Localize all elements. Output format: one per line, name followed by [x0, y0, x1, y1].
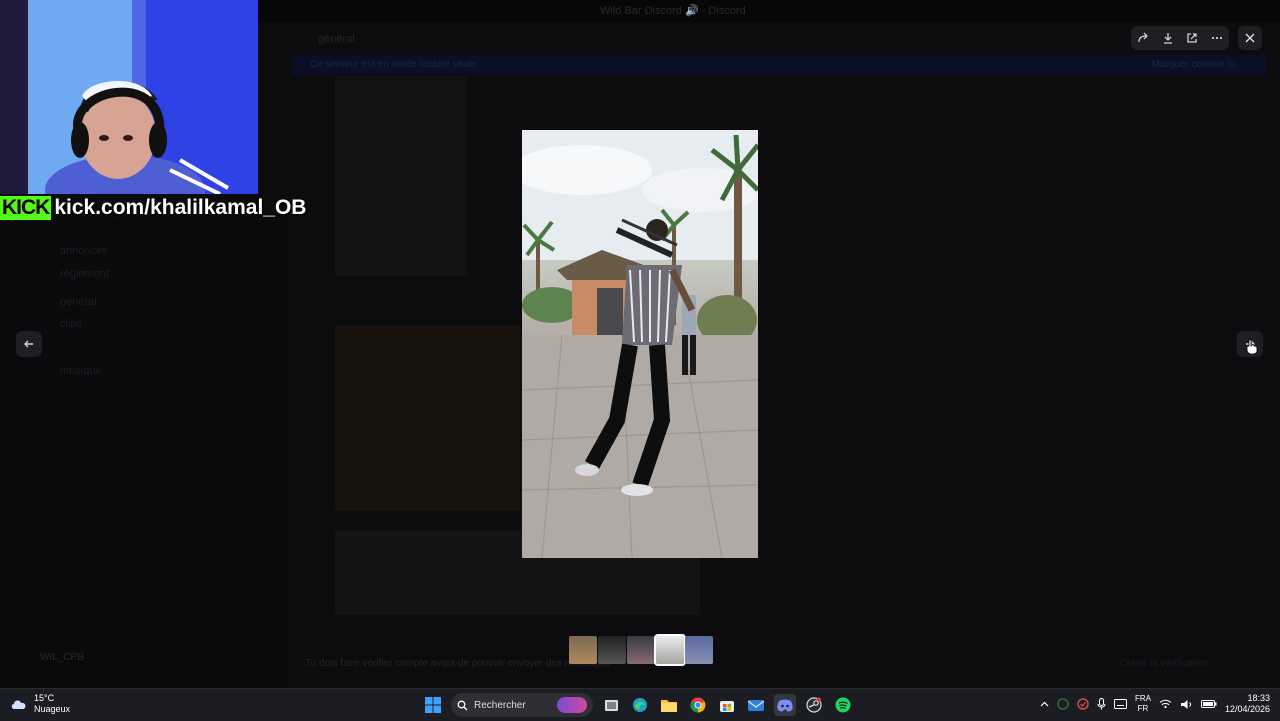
cloud-icon [11, 700, 26, 709]
webcam-overlay [0, 0, 258, 194]
store-icon [720, 701, 734, 712]
media-thumbnail-selected[interactable] [654, 634, 686, 666]
file-explorer-app[interactable] [658, 694, 680, 716]
video-frame-illustration [522, 130, 758, 558]
chrome-app[interactable] [687, 694, 709, 716]
kick-channel-banner: KICK kick.com/khalilkamal_OB [0, 195, 306, 221]
system-tray: FRA FR 18:33 12/04/2026 [1040, 693, 1270, 715]
media-thumbnail[interactable] [685, 636, 713, 664]
nvidia-tray-icon[interactable] [1057, 698, 1069, 710]
weather-temperature: 15°C [34, 693, 55, 703]
chevron-up-icon[interactable] [1040, 701, 1049, 707]
battery-icon[interactable] [1200, 699, 1217, 709]
more-icon [1211, 36, 1222, 40]
verification-link: Ouvrir la vérification [1120, 658, 1209, 669]
window-title: Wild Bar Discord 🔊 - Discord [600, 5, 746, 17]
chrome-icon [690, 697, 706, 713]
search-highlight-icon [557, 697, 587, 713]
open-external-icon [1187, 33, 1197, 43]
open-external-button[interactable] [1182, 28, 1202, 48]
channel-sidebar [0, 220, 290, 688]
keyboard-icon[interactable] [1113, 699, 1127, 709]
wifi-icon[interactable] [1159, 699, 1172, 709]
user-name: WIL_CPB [40, 652, 84, 663]
download-button[interactable] [1158, 28, 1178, 48]
channel-name: général [318, 33, 355, 45]
sidebar-channel: clips [60, 318, 83, 330]
task-view-button[interactable] [600, 694, 622, 716]
webcam-feed-illustration [0, 0, 258, 194]
previous-media-button[interactable] [16, 331, 42, 357]
discord-icon [777, 699, 793, 712]
search-icon [457, 700, 468, 710]
kick-channel-url: kick.com/khalilkamal_OB [54, 196, 307, 219]
weather-description: Nuageux [34, 704, 71, 714]
mail-app[interactable] [745, 694, 767, 716]
verification-notice: Tu dois faire vérifier compte avant de p… [305, 658, 611, 669]
shield-tray-icon[interactable] [1077, 698, 1089, 710]
clock-time: 18:33 [1247, 693, 1270, 703]
microphone-icon[interactable] [1097, 698, 1106, 710]
forward-icon [1138, 32, 1149, 43]
next-media-button[interactable] [1237, 331, 1263, 357]
store-app[interactable] [716, 694, 738, 716]
windows-logo-icon [425, 697, 441, 713]
close-button[interactable] [1238, 26, 1262, 50]
kick-logo: KICK [0, 196, 52, 220]
start-button[interactable] [422, 694, 444, 716]
media-thumbnail[interactable] [627, 636, 655, 664]
task-view-icon [604, 699, 618, 711]
language-code: FRA [1134, 694, 1151, 703]
windows-taskbar: 15°C Nuageux Rechercher FRA FR 18:33 12/… [0, 688, 1280, 721]
download-icon [1163, 33, 1172, 44]
spotify-app[interactable] [832, 694, 854, 716]
mark-read-link: Marquer comme lu [1151, 59, 1235, 70]
readonly-banner-text: Ce serveur est en mode lecture seule [310, 59, 477, 70]
steam-app[interactable] [803, 694, 825, 716]
media-thumbnail-strip [569, 634, 713, 666]
edge-app[interactable] [629, 694, 651, 716]
media-preview[interactable] [522, 130, 758, 558]
taskbar-clock[interactable]: 18:33 12/04/2026 [1225, 693, 1270, 715]
spotify-icon [835, 697, 851, 713]
discord-app[interactable] [774, 694, 796, 716]
media-toolbar [1131, 26, 1229, 50]
steam-icon [806, 697, 822, 713]
arrow-left-icon [24, 340, 33, 348]
clock-date: 12/04/2026 [1224, 704, 1270, 714]
media-thumbnail[interactable] [598, 636, 626, 664]
media-thumbnail[interactable] [569, 636, 597, 664]
weather-widget[interactable]: 15°C Nuageux [10, 693, 70, 715]
edge-icon [633, 698, 647, 712]
sidebar-channel: musique [60, 365, 102, 377]
close-icon [1245, 33, 1255, 43]
folder-icon [661, 700, 677, 712]
message-attachment [335, 326, 520, 511]
taskbar-search[interactable]: Rechercher [451, 693, 593, 717]
search-placeholder: Rechercher [474, 699, 526, 711]
mail-icon [748, 700, 764, 711]
volume-icon[interactable] [1180, 699, 1193, 710]
sidebar-channel: règlement [60, 268, 109, 280]
message-attachment [335, 76, 467, 276]
sidebar-channel: annonces [60, 245, 108, 257]
taskbar-apps: Rechercher [422, 693, 854, 717]
language-indicator[interactable]: FRA FR [1135, 694, 1151, 714]
hand-cursor-icon [1246, 339, 1258, 354]
forward-button[interactable] [1133, 28, 1153, 48]
sidebar-channel: général [60, 296, 97, 308]
keyboard-layout: FR [1137, 704, 1149, 713]
more-button[interactable] [1207, 28, 1227, 48]
